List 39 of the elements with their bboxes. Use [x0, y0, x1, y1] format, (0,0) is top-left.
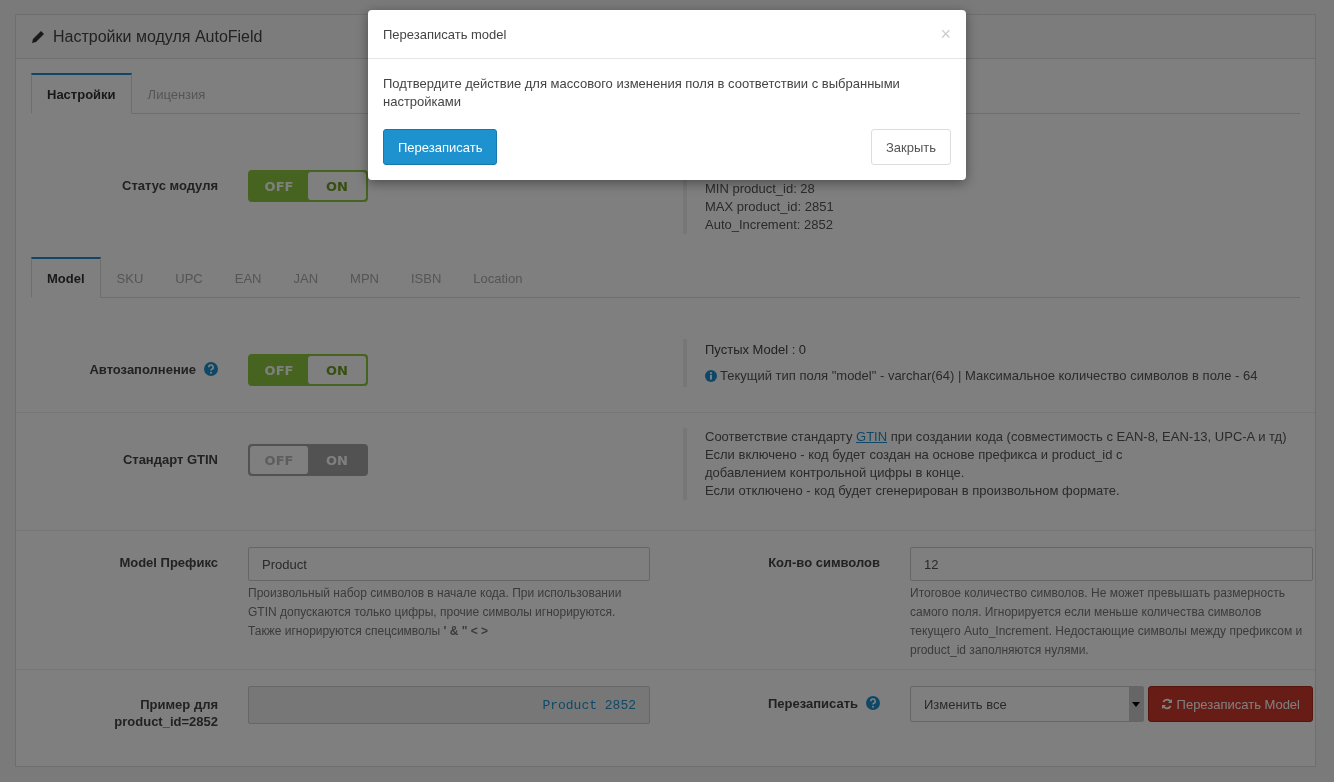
toggle-switch[interactable]: OFF ON [248, 354, 368, 386]
stat-text: Auto_Increment: 2852 [705, 216, 834, 234]
field-label: Перезаписать [767, 696, 858, 711]
stat-text: MIN product_id: 28 [705, 180, 816, 198]
stat-text: MAX product_id: 2851 [705, 198, 835, 216]
overwrite-select[interactable]: Изменить все [910, 686, 1144, 722]
close-button[interactable]: Закрыть [870, 129, 951, 165]
pencil-icon [31, 29, 45, 44]
caret-icon [1128, 687, 1143, 721]
gtin-description: Если включено - код будет создан на основе префикса и product_id с добавлением контрольной цифры в конце. [705, 446, 1124, 482]
tab[interactable]: Настройки [31, 73, 132, 114]
field-label: Статус модуля [122, 178, 218, 193]
info-icon [705, 370, 717, 382]
prefix-input[interactable]: Product [248, 547, 650, 581]
field-label: Стандарт GTIN [122, 452, 218, 467]
panel-title: Настройки модуля AutoField [53, 27, 263, 46]
close-icon[interactable]: × [940, 23, 951, 45]
toggle-switch[interactable]: OFF ON [248, 170, 368, 202]
field-label: Пример для product_id=2852 [113, 696, 218, 730]
overwrite-model-button[interactable]: Перезаписать Model [1147, 686, 1313, 722]
refresh-icon [1160, 698, 1173, 710]
gtin-description: Соответствие стандарту GTIN при создании кода (совместимость с EAN-8, EAN-13, UPC-A и тд) [705, 428, 1288, 446]
dialog-message: Подтвердите действие для массового изменения поля в соответствии с выбранными настройками [383, 75, 901, 111]
example-output-field: Product 2852 [248, 686, 650, 724]
help-icon [204, 362, 218, 376]
dialog-title: Перезаписать model [383, 26, 507, 42]
field-info: Текущий тип поля "model" - varchar(64) | Максимальное количество символов в поле - 64 [720, 367, 1258, 385]
gtin-link[interactable]: GTIN [856, 429, 888, 444]
gtin-description: Если отключено - код будет сгенерирован в произвольном формате. [705, 482, 1121, 500]
field-label: Автозаполнение [89, 362, 196, 377]
empty-count: Пустых Model : 0 [705, 341, 808, 359]
overwrite-button[interactable]: Перезаписать [383, 129, 498, 165]
length-input[interactable]: 12 [910, 547, 1313, 581]
field-label: Кол-во символов [768, 555, 880, 570]
tab[interactable]: Model [31, 257, 101, 298]
help-icon [866, 696, 880, 710]
field-label: Model Префикс [119, 555, 218, 570]
help-text: Произвольный набор символов в начале кода. При использовании GTIN допускаются только цифры, прочие символы игнорируются. Также игнорируются спецсимволы ' & " < > [248, 585, 623, 640]
help-text: Итоговое количество символов. Не может превышать размерность самого поля. Игнорируется если меньше количества символов текущего Auto_Increment. Недостающие символы между префиксом и product_id заполняются нулями. [910, 585, 1304, 659]
